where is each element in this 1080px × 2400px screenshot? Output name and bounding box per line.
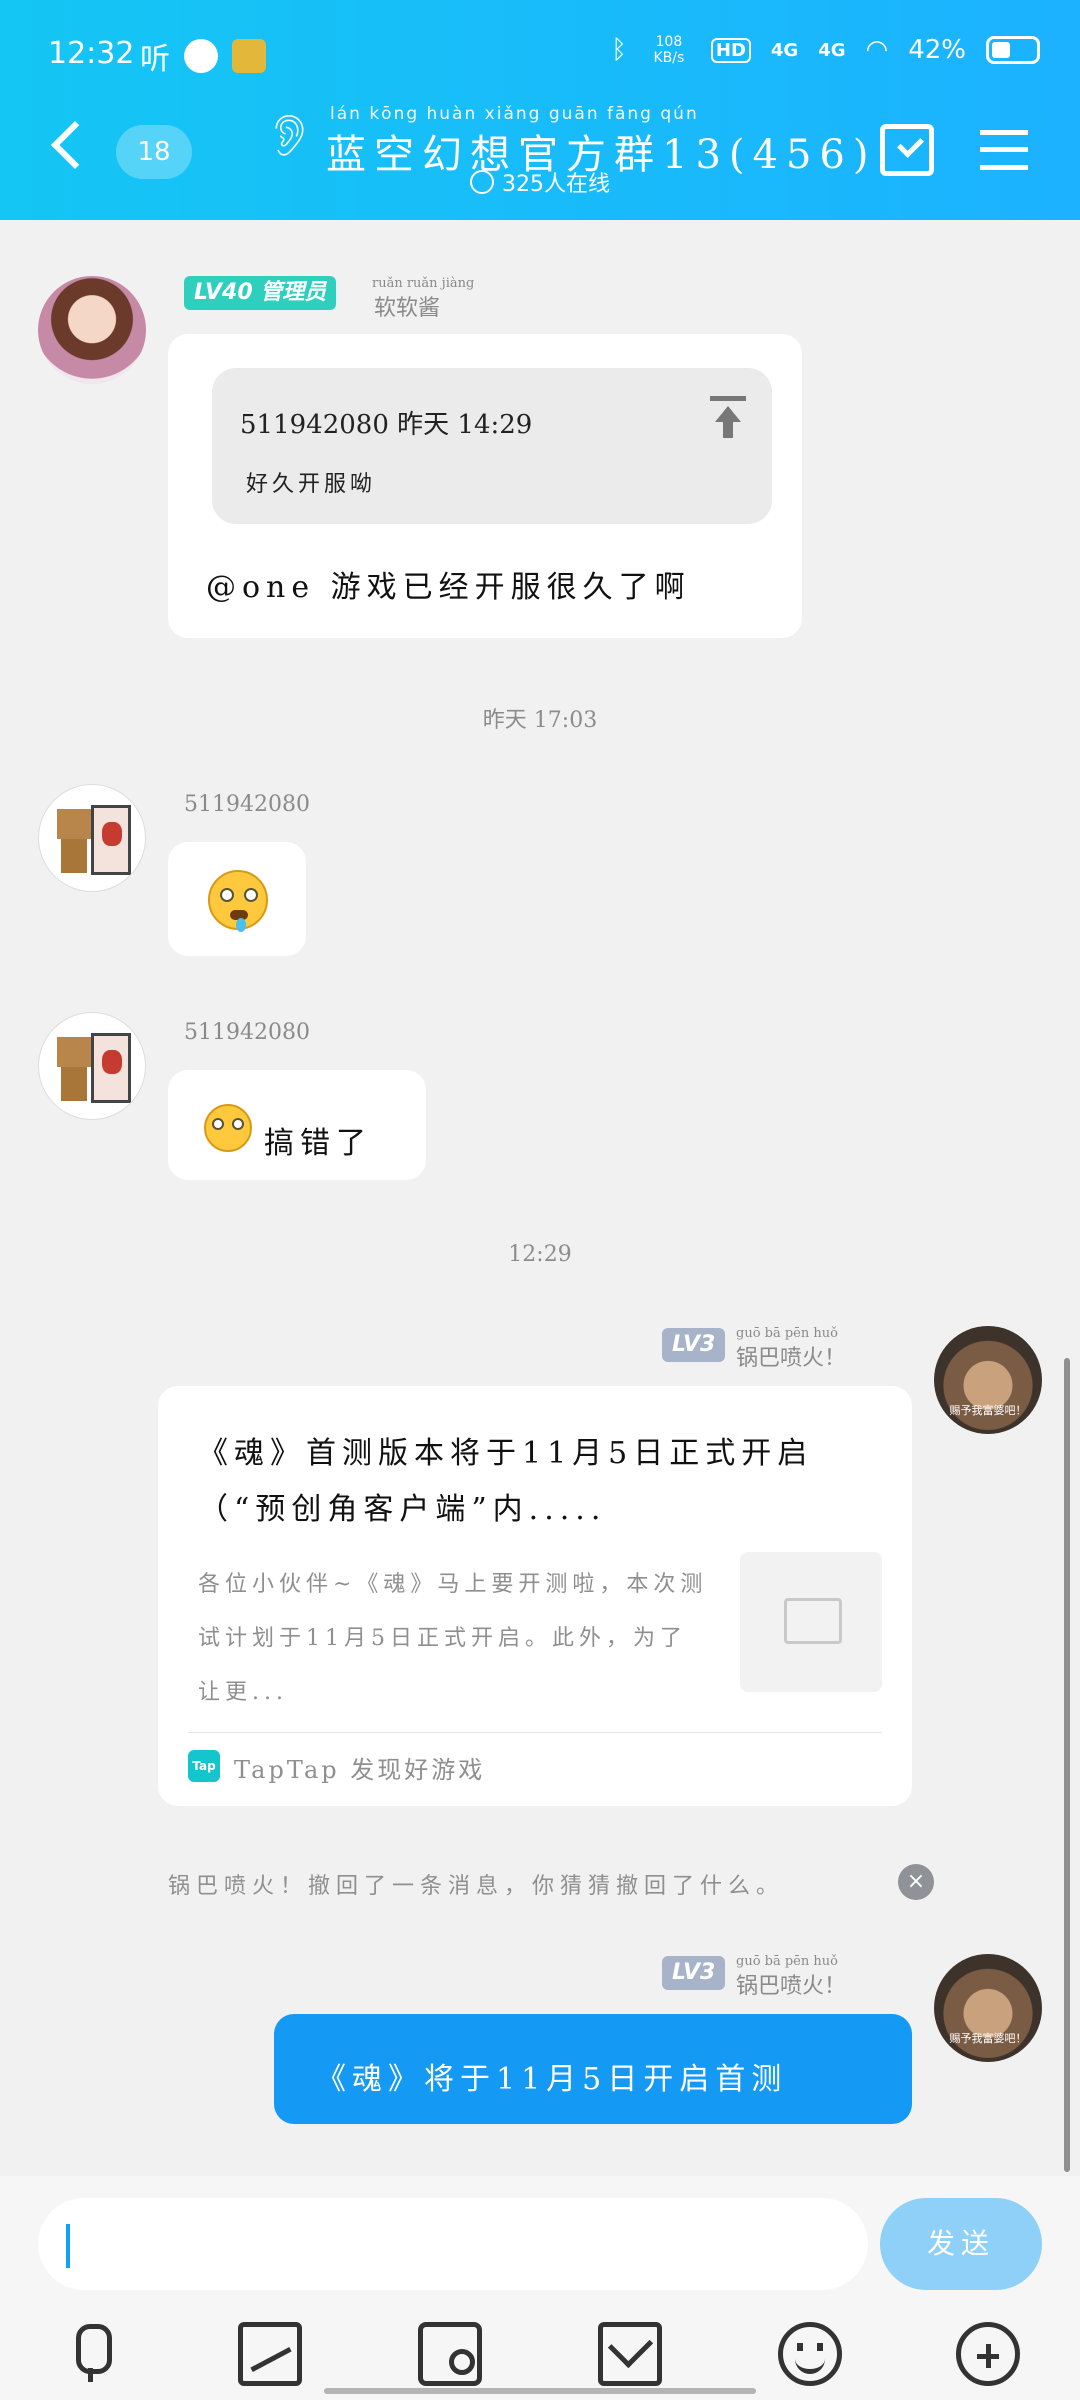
reply-header: 511942080 昨天 14:29 — [240, 410, 533, 440]
camera-icon[interactable] — [418, 2322, 482, 2386]
reply-text: 好久开服呦 — [246, 472, 377, 497]
calendar-check-icon[interactable] — [880, 124, 934, 176]
app-header: 12:32 听 ᛒ 108 KB/s HD 4G 4G ◠ 42% 18 👂︎ … — [0, 0, 1080, 220]
speed-icon — [184, 39, 218, 73]
sender-pinyin: ruǎn ruǎn jiàng — [372, 276, 475, 291]
message-bubble[interactable]: 511942080 昨天 14:29 好久开服呦 @one 游戏已经开服很久了啊 — [168, 334, 802, 638]
jump-to-top-icon-stem — [723, 420, 733, 438]
avatar[interactable] — [38, 276, 146, 384]
surprised-tear-emoji — [208, 870, 268, 932]
avatar[interactable] — [38, 1012, 146, 1120]
listen-icon: 听 — [140, 42, 170, 77]
message-bubble[interactable] — [168, 842, 306, 956]
text-caret — [66, 2224, 70, 2268]
message-input-box[interactable] — [38, 2198, 868, 2290]
sim2-signal: 4G — [818, 39, 846, 61]
mic-icon[interactable] — [58, 2322, 122, 2386]
recall-notice: 锅巴喷火！撤回了一条消息，你猜猜撤回了什么。 — [168, 1874, 785, 1899]
chevron-down-icon — [470, 170, 494, 194]
admin-badge: LV40 管理员 — [184, 276, 337, 310]
sim1-signal: 4G — [770, 39, 799, 61]
battery-percent: 42% — [908, 35, 966, 65]
send-button[interactable]: 发送 — [880, 2198, 1042, 2290]
net-speed: 108 KB/s — [653, 34, 685, 66]
message-text: @one 游戏已经开服很久了啊 — [206, 570, 691, 605]
image-placeholder-icon — [740, 1552, 882, 1692]
status-right: ᛒ 108 KB/s HD 4G 4G ◠ 42% — [611, 34, 1040, 66]
taptap-logo-icon: Tap — [188, 1750, 220, 1782]
unread-count-badge[interactable]: 18 — [116, 125, 192, 179]
status-bar: 12:32 听 ᛒ 108 KB/s HD 4G 4G ◠ 42% — [0, 28, 1080, 84]
divider — [188, 1732, 882, 1733]
close-icon[interactable]: × — [898, 1864, 934, 1900]
status-app-icons: 听 — [140, 34, 266, 78]
avatar-caption: 赐予我富婆吧！ — [949, 1404, 1027, 1417]
plus-icon[interactable] — [956, 2322, 1020, 2386]
message-input[interactable] — [64, 2214, 834, 2274]
home-indicator[interactable] — [324, 2388, 756, 2394]
image-icon[interactable] — [238, 2322, 302, 2386]
status-time: 12:32 — [48, 36, 135, 71]
timestamp: 昨天 17:03 — [482, 708, 598, 733]
avatar[interactable]: 赐予我富婆吧！ — [934, 1954, 1042, 2062]
card-description: 各位小伙伴~《魂》马上要开测啦，本次测试计划于11月5日正式开启。此外，为了让更… — [198, 1572, 708, 1705]
ear-icon[interactable]: 👂︎ — [264, 112, 315, 159]
wifi-icon: ◠ — [865, 35, 889, 65]
menu-icon[interactable] — [980, 130, 1028, 170]
card-source: TapTap 发现好游戏 — [234, 1756, 486, 1784]
app-notification-icon — [232, 39, 266, 73]
sender-pinyin: guō bā pēn huǒ — [736, 1954, 838, 1969]
shocked-emoji — [204, 1104, 252, 1152]
link-card-bubble[interactable]: 《魂》首测版本将于11月5日正式开启（“预创角客户端”内..... 各位小伙伴~… — [158, 1386, 912, 1806]
avatar[interactable]: 赐予我富婆吧！ — [934, 1326, 1042, 1434]
sender-name[interactable]: 锅巴喷火！ — [736, 1968, 846, 2000]
message-text: 搞错了 — [264, 1126, 372, 1161]
scrollbar[interactable] — [1064, 1358, 1070, 2172]
avatar-caption: 赐予我富婆吧！ — [949, 2032, 1027, 2045]
composer: 发送 — [0, 2176, 1080, 2400]
avatar[interactable] — [38, 784, 146, 892]
timestamp: 12:29 — [508, 1242, 572, 1267]
emoji-icon[interactable] — [778, 2322, 842, 2386]
title-pinyin: lán kōng huàn xiǎng guān fāng qún — [330, 104, 699, 124]
sender-name[interactable]: 锅巴喷火！ — [736, 1340, 846, 1372]
sender-pinyin: guō bā pēn huǒ — [736, 1326, 838, 1341]
message-bubble[interactable]: 搞错了 — [168, 1070, 426, 1180]
message-text: 《魂》将于11月5日开启首测 — [316, 2062, 788, 2097]
bluetooth-icon: ᛒ — [611, 35, 627, 65]
hd-icon: HD — [710, 37, 751, 63]
card-title: 《魂》首测版本将于11月5日正式开启（“预创角客户端”内..... — [198, 1436, 814, 1527]
online-count[interactable]: 325人在线 — [470, 166, 610, 198]
sender-name[interactable]: 511942080 — [184, 792, 310, 817]
quoted-reply[interactable]: 511942080 昨天 14:29 好久开服呦 — [212, 368, 772, 524]
battery-icon — [986, 36, 1040, 64]
red-packet-icon[interactable] — [598, 2322, 662, 2386]
online-count-text: 325人在线 — [502, 172, 610, 197]
level-badge: LV3 — [662, 1328, 726, 1362]
message-bubble[interactable]: 《魂》将于11月5日开启首测 — [274, 2014, 912, 2124]
level-badge: LV3 — [662, 1956, 726, 1990]
back-icon[interactable] — [50, 120, 100, 170]
sender-name[interactable]: 511942080 — [184, 1020, 310, 1045]
sender-name[interactable]: 软软酱 — [374, 290, 440, 322]
